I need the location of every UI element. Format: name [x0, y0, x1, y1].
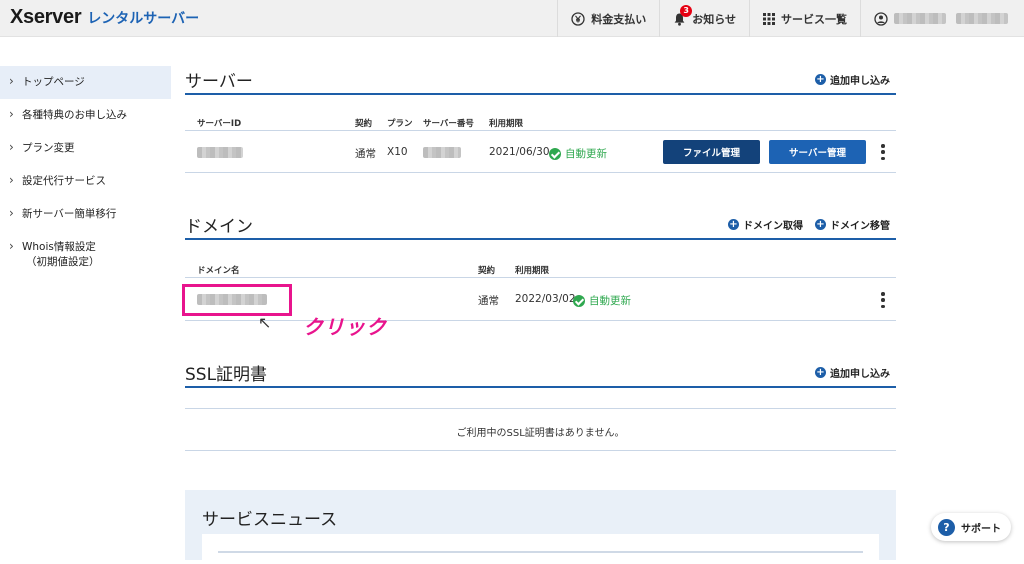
- sidebar-item-benefits[interactable]: 各種特典のお申し込み: [0, 99, 171, 132]
- click-annotation: クリック: [303, 315, 387, 339]
- sidebar-item-label: Whois情報設定: [22, 241, 96, 253]
- grid-icon: [763, 12, 775, 25]
- sidebar-item-sublabel: （初期値設定）: [26, 256, 100, 268]
- service-news-panel: サービスニュース: [185, 490, 896, 564]
- sidebar-item-label: 各種特典のお申し込み: [22, 109, 127, 121]
- server-section-title: サーバー: [185, 72, 253, 92]
- domain-section-header: ドメイン + ドメイン取得 + ドメイン移管: [185, 212, 896, 240]
- sidebar-item-setup-service[interactable]: 設定代行サービス: [0, 165, 171, 198]
- divider: [185, 130, 896, 131]
- notification-count-badge: 3: [680, 4, 693, 17]
- server-management-button[interactable]: サーバー管理: [769, 140, 866, 164]
- domain-renewal-label: 自動更新: [589, 295, 631, 307]
- ssl-empty-message: ご利用中のSSL証明書はありません。: [456, 428, 625, 439]
- divider: [185, 450, 896, 451]
- server-id-redacted: [197, 147, 243, 158]
- yen-icon: [571, 11, 585, 26]
- plus-circle-icon: +: [728, 219, 739, 230]
- service-list-label: サービス一覧: [781, 12, 847, 26]
- ssl-add-label: 追加申し込み: [830, 369, 890, 380]
- notifications-button[interactable]: 3 お知らせ: [659, 0, 749, 37]
- account-menu[interactable]: [860, 0, 1024, 37]
- billing-button[interactable]: 料金支払い: [557, 0, 659, 37]
- question-icon: ?: [938, 518, 955, 536]
- logo-main: Xserver: [10, 6, 82, 28]
- domain-contract: 通常: [478, 295, 499, 307]
- server-add-link[interactable]: + 追加申し込み: [815, 72, 890, 87]
- file-management-button[interactable]: ファイル管理: [663, 140, 760, 164]
- sidebar: トップページ 各種特典のお申し込み プラン変更 設定代行サービス 新サーバー簡単…: [0, 66, 171, 279]
- sidebar-item-label: プラン変更: [22, 142, 75, 154]
- support-label: サポート: [961, 523, 1001, 535]
- ssl-add-link[interactable]: + 追加申し込み: [815, 365, 890, 380]
- domain-transfer-link[interactable]: + ドメイン移管: [815, 217, 890, 232]
- server-renewal-status: 自動更新: [549, 146, 607, 161]
- user-icon: [874, 11, 888, 26]
- domain-acquire-link[interactable]: + ドメイン取得: [728, 217, 803, 232]
- server-number-redacted: [423, 147, 461, 158]
- domain-renewal-status: 自動更新: [573, 293, 631, 308]
- server-section-header: サーバー + 追加申し込み: [185, 67, 896, 95]
- server-renewal-label: 自動更新: [565, 148, 607, 160]
- sidebar-item-plan-change[interactable]: プラン変更: [0, 132, 171, 165]
- divider: [185, 408, 896, 409]
- top-bar: Xserver レンタルサーバー 料金支払い 3 お知らせ サービス一覧: [0, 0, 1024, 37]
- server-add-label: 追加申し込み: [830, 76, 890, 87]
- col-plan: プラン: [387, 119, 413, 129]
- col-server-id: サーバーID: [197, 119, 242, 129]
- account-id-redacted: [956, 13, 1008, 24]
- domain-more-icon[interactable]: [880, 292, 886, 308]
- divider: [185, 277, 896, 278]
- check-circle-icon: [549, 147, 561, 160]
- server-more-icon[interactable]: [880, 144, 886, 160]
- service-news-list: [202, 534, 879, 564]
- col-domain-name: ドメイン名: [197, 266, 240, 276]
- top-nav: 料金支払い 3 お知らせ サービス一覧: [557, 0, 1024, 37]
- domain-section-title: ドメイン: [185, 217, 253, 237]
- server-plan: X10: [387, 146, 408, 158]
- service-list-button[interactable]: サービス一覧: [749, 0, 860, 37]
- ssl-section-header: SSL証明書 + 追加申し込み: [185, 360, 896, 388]
- logo-sub: レンタルサーバー: [87, 11, 200, 27]
- sidebar-item-label: 設定代行サービス: [22, 175, 106, 187]
- notifications-label: お知らせ: [692, 12, 736, 26]
- billing-label: 料金支払い: [591, 12, 647, 26]
- support-button[interactable]: ? サポート: [931, 513, 1011, 541]
- sidebar-item-label: 新サーバー簡単移行: [22, 208, 117, 220]
- service-news-title: サービスニュース: [202, 510, 338, 530]
- sidebar-item-whois[interactable]: Whois情報設定 （初期値設定）: [0, 231, 171, 279]
- domain-highlight-box: [182, 284, 292, 316]
- plus-circle-icon: +: [815, 74, 826, 85]
- check-circle-icon: [573, 294, 585, 307]
- server-contract: 通常: [355, 148, 376, 160]
- col-expiry: 利用期限: [515, 266, 550, 276]
- domain-acquire-label: ドメイン取得: [743, 221, 803, 232]
- plus-circle-icon: +: [815, 219, 826, 230]
- plus-circle-icon: +: [815, 367, 826, 378]
- server-expiry: 2021/06/30: [489, 146, 550, 158]
- logo[interactable]: Xserver レンタルサーバー: [10, 6, 199, 29]
- col-expiry: 利用期限: [489, 119, 524, 129]
- bell-icon: 3: [673, 4, 693, 26]
- account-name-redacted: [894, 13, 946, 24]
- col-contract: 契約: [355, 119, 373, 129]
- divider: [185, 172, 896, 173]
- pointer-arrow-icon: ↖: [258, 313, 272, 332]
- domain-expiry: 2022/03/02: [515, 293, 576, 305]
- sidebar-item-top-page[interactable]: トップページ: [0, 66, 171, 99]
- divider: [185, 320, 896, 321]
- col-server-number: サーバー番号: [423, 119, 474, 129]
- sidebar-item-server-migration[interactable]: 新サーバー簡単移行: [0, 198, 171, 231]
- domain-transfer-label: ドメイン移管: [830, 221, 890, 232]
- sidebar-item-label: トップページ: [22, 76, 85, 88]
- ssl-section-title: SSL証明書: [185, 365, 268, 385]
- col-contract: 契約: [478, 266, 496, 276]
